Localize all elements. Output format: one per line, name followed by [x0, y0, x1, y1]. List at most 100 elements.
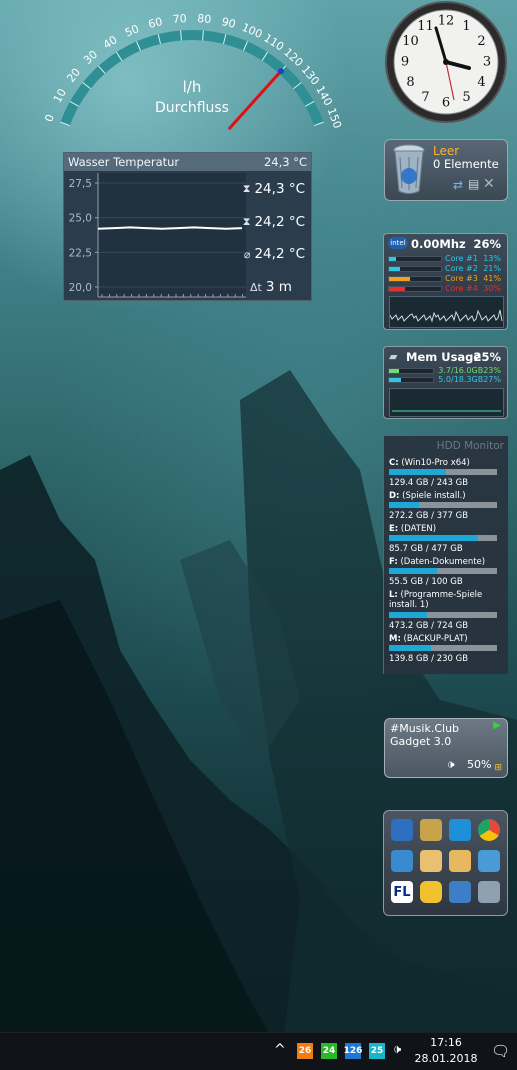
hdd-drive-size: 139.8 GB / 230 GB: [389, 654, 469, 664]
cpu-frequency: 0.00Mhz: [411, 237, 466, 251]
hdd-drive-size: 473.2 GB / 724 GB: [389, 621, 469, 631]
hdd-usage-bar-fill: [389, 469, 447, 475]
recycle-bin-icon: [393, 144, 425, 194]
gauge-unit: l/h: [183, 78, 202, 96]
cpu-graph: [389, 296, 504, 328]
action-center-icon[interactable]: 🗨: [491, 1042, 510, 1060]
show-hidden-icons-chevron-icon[interactable]: ^: [274, 1042, 286, 1058]
cpu-core-bar-fill: [389, 266, 400, 271]
water-temp-period: Δt 3 m: [250, 279, 292, 295]
taskbar-date[interactable]: 28.01.2018: [414, 1052, 478, 1065]
fl-studio-icon[interactable]: FL: [391, 881, 413, 903]
cpu-core-bar: [388, 265, 442, 272]
play-icon[interactable]: ▶: [493, 720, 501, 731]
ram-chip-icon: ▰: [389, 350, 398, 363]
water-temp-header: Wasser Temperatur 24,3 °C: [64, 153, 311, 171]
cpu-core-row: Core #4 30%: [388, 284, 503, 293]
gauge-label: Durchfluss: [155, 100, 229, 116]
clock-numeral: 6: [442, 96, 450, 111]
water-temp-avg-value: 24,2 °C: [254, 246, 305, 262]
cpu-meter-widget[interactable]: intel 0.00Mhz 26% Core #1 13% Core #2 21% Co…: [383, 233, 508, 330]
hdd-usage-bar: [389, 568, 497, 574]
empty-bin-icon[interactable]: ✕: [483, 176, 495, 192]
controls-icon[interactable]: [478, 881, 500, 903]
hdd-drive-label: (Spiele install.): [399, 491, 466, 501]
water-temp-title: Wasser Temperatur: [68, 155, 180, 169]
clock-numeral: 9: [401, 55, 409, 70]
mail-icon[interactable]: [391, 819, 413, 841]
cpu-core-label: Core #1: [445, 254, 478, 263]
gauge-tick-label: 110: [261, 31, 286, 53]
taskbar-time[interactable]: 17:16: [414, 1036, 478, 1049]
memory-bar-fill: [389, 377, 401, 382]
refresh-icon[interactable]: ⇄: [453, 178, 463, 192]
speaker-icon[interactable]: 🕩: [393, 1042, 401, 1057]
recycle-bin-widget[interactable]: Leer 0 Elemente ⇄ ▤ ✕: [384, 139, 508, 201]
gauge-tick-label: 150: [325, 106, 344, 130]
intel-logo-icon: intel: [388, 237, 408, 249]
hdd-usage-bar: [389, 645, 497, 651]
delta-time-icon: Δt: [250, 280, 262, 294]
memory-row-value: 27%: [483, 375, 501, 384]
music-station-name: #Musik.Club: [390, 722, 460, 735]
water-temp-y-ticks: 27,5 25,0 22,5 20,0: [69, 178, 98, 294]
tray-temperature-badge[interactable]: 24: [321, 1043, 337, 1059]
chrome-icon[interactable]: [478, 819, 500, 841]
analog-clock[interactable]: 12 12 3 45678 9 1011: [384, 0, 508, 124]
computer-icon[interactable]: [478, 850, 500, 872]
tray-temperature-badge[interactable]: 25: [369, 1043, 385, 1059]
hdd-drive-label: (BACKUP-PLAT): [400, 634, 468, 644]
smiley-icon[interactable]: [420, 881, 442, 903]
gauge-tick-label: 20: [64, 66, 83, 85]
scanner-icon[interactable]: [420, 819, 442, 841]
tray-temperature-badge[interactable]: 126: [344, 1043, 362, 1059]
gauge-tick-label: 70: [172, 12, 187, 26]
hdd-drive-size: 85.7 GB / 477 GB: [389, 544, 463, 554]
hdd-drive-label: (Win10-Pro x64): [398, 458, 470, 468]
water-temperature-widget[interactable]: Wasser Temperatur 24,3 °C 27,5 25,0 22,5 20…: [63, 152, 312, 301]
memory-bar: [388, 376, 434, 383]
memory-row: 5.0/18.3GB 27%: [388, 375, 503, 384]
cpu-core-row: Core #1 13%: [388, 254, 503, 263]
taskbar: ^ 26 24 126 25 🕩 17:16 28.01.2018 🗨: [0, 1032, 517, 1070]
min-icon: ⧗: [242, 215, 251, 228]
memory-graph: [389, 388, 504, 417]
clock-numeral: 3: [483, 55, 491, 70]
water-temp-period-value: 3 m: [265, 279, 292, 295]
hdd-drive-letter: C:: [389, 458, 399, 468]
music-club-widget[interactable]: #Musik.Club Gadget 3.0 ▶ 🕩 50% ⊞: [384, 718, 508, 778]
windows-logo-icon: ⊞: [494, 763, 502, 773]
cpu-graph-line: [389, 309, 503, 323]
memory-meter-widget[interactable]: ▰ Mem Usage 25% 3.7/16.0GB 23% 5.0/18.3GB 2…: [383, 346, 508, 419]
cpu-core-value: 21%: [483, 264, 501, 273]
monitor-icon[interactable]: [449, 881, 471, 903]
water-temp-max: ⧗ 24,3 °C: [243, 181, 305, 197]
hdd-drive-name: M: (BACKUP-PLAT): [389, 634, 507, 644]
water-temp-min: ⧗ 24,2 °C: [243, 214, 305, 230]
cpu-core-label: Core #4: [445, 284, 478, 293]
recycle-small-icon[interactable]: ▤: [468, 177, 479, 191]
cpu-core-value: 30%: [483, 284, 501, 293]
memory-bar-fill: [389, 368, 400, 373]
water-temp-y-tick-label: 22,5: [69, 247, 92, 259]
hdd-drive-letter: D:: [389, 491, 400, 501]
clock-numeral: 5: [462, 90, 470, 105]
gauge-tick-label: 0: [42, 113, 57, 124]
memory-row-label: 3.7/16.0GB: [438, 366, 484, 375]
app-launcher-widget[interactable]: FL: [383, 810, 508, 916]
browser-wave-icon[interactable]: [449, 819, 471, 841]
cpu-core-value: 13%: [483, 254, 501, 263]
clock-numeral: 11: [417, 19, 434, 34]
hdd-drive-letter: L:: [389, 590, 398, 600]
hdd-usage-bar-fill: [389, 645, 432, 651]
hdd-drive-name: E: (DATEN): [389, 524, 507, 534]
volume-icon[interactable]: 🕩: [447, 757, 455, 772]
hdd-monitor-widget[interactable]: HDD Monitor C: (Win10-Pro x64) 129.4 GB /…: [383, 436, 508, 674]
folder-doc-icon[interactable]: [449, 850, 471, 872]
clock-numeral: 10: [402, 34, 419, 49]
average-icon: ⌀: [243, 247, 251, 261]
document-icon[interactable]: [420, 850, 442, 872]
network-icon[interactable]: [391, 850, 413, 872]
hdd-usage-bar-fill: [389, 612, 427, 618]
tray-temperature-badge[interactable]: 26: [297, 1043, 313, 1059]
